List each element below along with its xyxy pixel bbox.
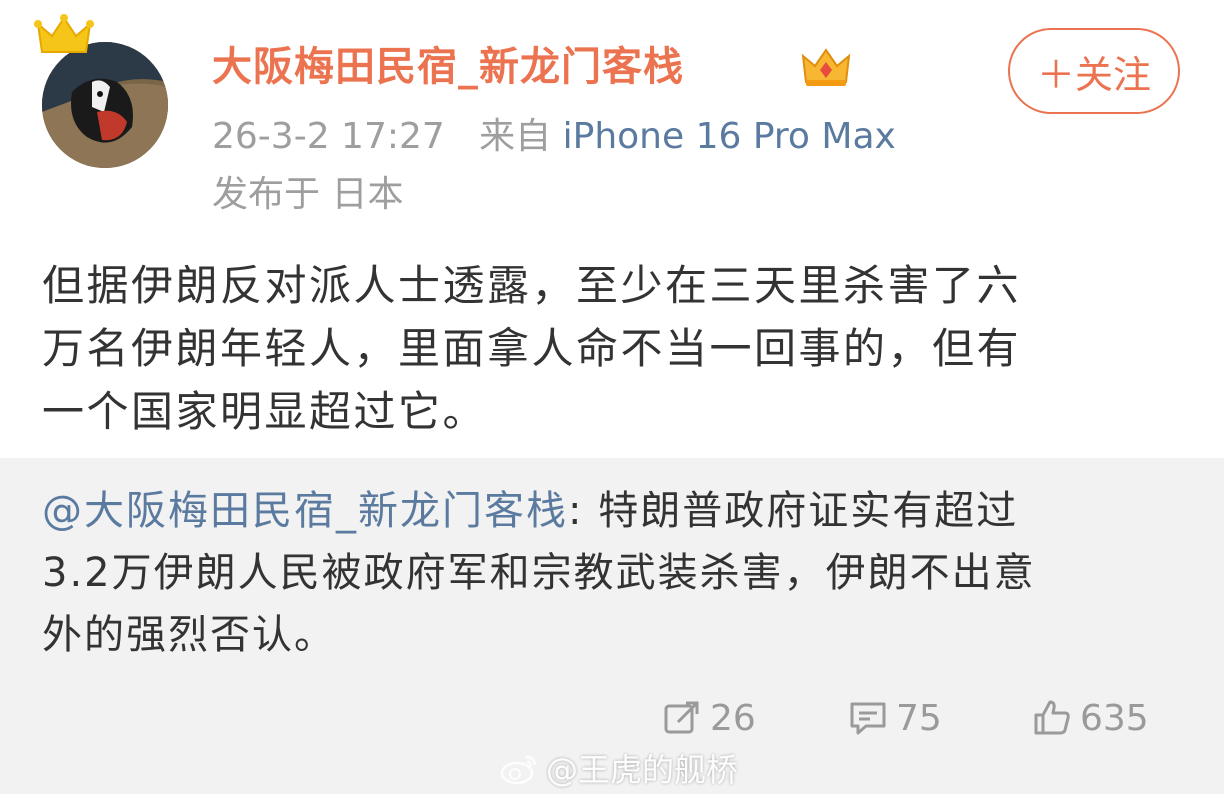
avatar-image bbox=[42, 42, 168, 168]
avatar[interactable] bbox=[42, 42, 168, 168]
watermark-text: @王虎的舰桥 bbox=[546, 751, 739, 789]
comment-button[interactable]: 75 bbox=[848, 688, 942, 748]
watermark: @王虎的舰桥 bbox=[500, 746, 738, 790]
post-location: 发布于 日本 bbox=[212, 174, 404, 215]
source-prefix: 来自 bbox=[479, 116, 552, 157]
like-count: 635 bbox=[1080, 697, 1149, 739]
weibo-logo-icon bbox=[500, 755, 537, 785]
post-header: 大阪梅田民宿_新龙门客栈 ＋关注 26-3-2 17:27 来自 iPhone … bbox=[0, 0, 1224, 240]
post-body-line: 万名伊朗年轻人，里面拿人命不当一回事的，但有 bbox=[42, 324, 1022, 373]
repost-action-bar: 26 75 635 bbox=[0, 688, 1224, 748]
post-body-line: 一个国家明显超过它。 bbox=[42, 387, 488, 436]
repost-count: 26 bbox=[710, 697, 756, 739]
repost-line-3: 外的强烈否认。 bbox=[42, 612, 336, 658]
crown-icon bbox=[34, 14, 94, 53]
comment-count: 75 bbox=[896, 697, 942, 739]
repost-box[interactable]: @大阪梅田民宿_新龙门客栈: 特朗普政府证实有超过 3.2万伊朗人民被政府军和宗… bbox=[0, 458, 1224, 794]
like-button[interactable]: 635 bbox=[1032, 688, 1149, 748]
repost-text: @大阪梅田民宿_新龙门客栈: 特朗普政府证实有超过 3.2万伊朗人民被政府军和宗… bbox=[42, 480, 1192, 666]
like-icon bbox=[1034, 700, 1070, 735]
repost-line-2: 3.2万伊朗人民被政府军和宗教武装杀害，伊朗不出意 bbox=[42, 550, 1036, 596]
repost-line-1: @大阪梅田民宿_新龙门客栈: 特朗普政府证实有超过 bbox=[42, 480, 1192, 542]
post-time: 26-3-2 17:27 bbox=[212, 116, 445, 157]
vip-crown-icon bbox=[801, 48, 851, 86]
repost-mention-link[interactable]: @大阪梅田民宿_新龙门客栈 bbox=[42, 488, 568, 534]
device-link[interactable]: iPhone 16 Pro Max bbox=[563, 116, 896, 157]
post-body-line: 但据伊朗反对派人士透露，至少在三天里杀害了六 bbox=[42, 261, 1022, 310]
comment-icon bbox=[850, 702, 886, 735]
follow-button[interactable]: ＋关注 bbox=[1008, 28, 1180, 114]
repost-line-1-text: : 特朗普政府证实有超过 bbox=[568, 488, 1019, 534]
avatar-container[interactable] bbox=[34, 14, 170, 168]
repost-icon bbox=[664, 701, 699, 734]
repost-button[interactable]: 26 bbox=[662, 688, 756, 748]
post-body: 但据伊朗反对派人士透露，至少在三天里杀害了六 万名伊朗年轻人，里面拿人命不当一回… bbox=[42, 254, 1192, 443]
post-meta: 26-3-2 17:27 来自 iPhone 16 Pro Max bbox=[212, 112, 896, 162]
author-name[interactable]: 大阪梅田民宿_新龙门客栈 bbox=[212, 40, 684, 94]
